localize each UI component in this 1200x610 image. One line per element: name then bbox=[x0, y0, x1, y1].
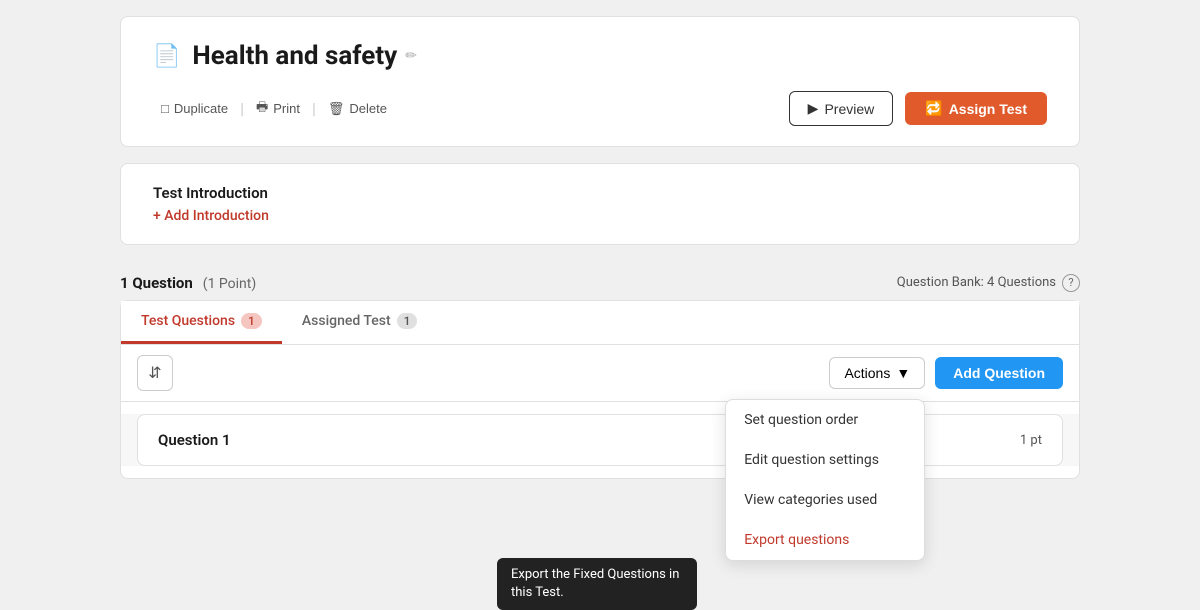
delete-button[interactable]: 🗑 Delete bbox=[320, 97, 395, 121]
help-icon[interactable]: ? bbox=[1062, 274, 1080, 292]
questions-count-area: 1 Question (1 Point) bbox=[120, 273, 256, 292]
left-actions: □ Duplicate | 🖶 Print | 🗑 Delete bbox=[153, 94, 395, 124]
questions-header: 1 Question (1 Point) Question Bank: 4 Qu… bbox=[120, 261, 1080, 300]
tab-test-questions-label: Test Questions bbox=[141, 313, 235, 329]
question-points: (1 Point) bbox=[203, 276, 256, 292]
tab-assigned-test-label: Assigned Test bbox=[302, 313, 391, 329]
question-bank-area: Question Bank: 4 Questions ? bbox=[897, 274, 1080, 292]
divider-2: | bbox=[312, 99, 316, 118]
set-question-order-item[interactable]: Set question order bbox=[726, 400, 924, 440]
assign-icon: 🔁 bbox=[925, 100, 942, 117]
assign-test-button[interactable]: 🔁 Assign Test bbox=[905, 92, 1047, 125]
right-actions: ▶ Preview 🔁 Assign Test bbox=[789, 91, 1047, 126]
print-button[interactable]: 🖶 Print bbox=[248, 94, 308, 124]
question-label: Question 1 bbox=[158, 431, 231, 449]
title-row: 📄 Health and safety ✏ bbox=[153, 41, 1047, 71]
questions-section: Question 1 1 pt bbox=[121, 414, 1079, 466]
view-categories-item[interactable]: View categories used bbox=[726, 480, 924, 520]
add-introduction-link[interactable]: + Add Introduction bbox=[153, 208, 1047, 224]
sort-icon: ⇵ bbox=[148, 363, 161, 383]
edit-question-settings-item[interactable]: Edit question settings bbox=[726, 440, 924, 480]
duplicate-button[interactable]: □ Duplicate bbox=[153, 97, 236, 120]
play-icon: ▶ bbox=[808, 100, 819, 117]
tabs-row: Test Questions 1 Assigned Test 1 bbox=[121, 301, 1079, 345]
print-icon: 🖶 bbox=[256, 98, 268, 120]
question-count: 1 Question bbox=[120, 274, 193, 292]
tab-test-questions-badge: 1 bbox=[241, 313, 262, 329]
actions-dropdown-menu: Set question order Edit question setting… bbox=[725, 399, 925, 561]
add-question-button[interactable]: Add Question bbox=[935, 357, 1063, 389]
trash-icon: 🗑 bbox=[328, 101, 345, 117]
sort-button[interactable]: ⇵ bbox=[137, 355, 173, 391]
export-questions-item[interactable]: Export questions bbox=[726, 520, 924, 560]
doc-icon: 📄 bbox=[153, 44, 180, 69]
question-bank-label: Question Bank: 4 Questions bbox=[897, 275, 1056, 290]
edit-icon[interactable]: ✏ bbox=[405, 48, 417, 64]
header-card: 📄 Health and safety ✏ □ Duplicate | 🖶 Pr… bbox=[120, 16, 1080, 147]
divider-1: | bbox=[240, 99, 244, 118]
actions-dropdown-wrapper: Actions ▼ Set question order Edit questi… bbox=[829, 357, 925, 389]
chevron-down-icon: ▼ bbox=[896, 365, 910, 381]
page-title: Health and safety bbox=[192, 41, 397, 71]
tab-test-questions[interactable]: Test Questions 1 bbox=[121, 301, 282, 344]
duplicate-icon: □ bbox=[161, 101, 169, 116]
tabs-card: Test Questions 1 Assigned Test 1 ⇵ Actio… bbox=[120, 300, 1080, 479]
question-points-value: 1 pt bbox=[1020, 433, 1042, 448]
actions-dropdown-button[interactable]: Actions ▼ bbox=[829, 357, 925, 389]
preview-button[interactable]: ▶ Preview bbox=[789, 91, 894, 126]
toolbar-row: ⇵ Actions ▼ Set question order Edit ques… bbox=[121, 345, 1079, 402]
export-tooltip: Export the Fixed Questions in this Test. bbox=[497, 558, 697, 610]
tab-assigned-test[interactable]: Assigned Test 1 bbox=[282, 301, 438, 344]
toolbar-right: Actions ▼ Set question order Edit questi… bbox=[829, 357, 1063, 389]
actions-row: □ Duplicate | 🖶 Print | 🗑 Delete ▶ Previ… bbox=[153, 91, 1047, 126]
intro-title: Test Introduction bbox=[153, 184, 1047, 202]
tab-assigned-test-badge: 1 bbox=[397, 313, 418, 329]
intro-card: Test Introduction + Add Introduction bbox=[120, 163, 1080, 245]
